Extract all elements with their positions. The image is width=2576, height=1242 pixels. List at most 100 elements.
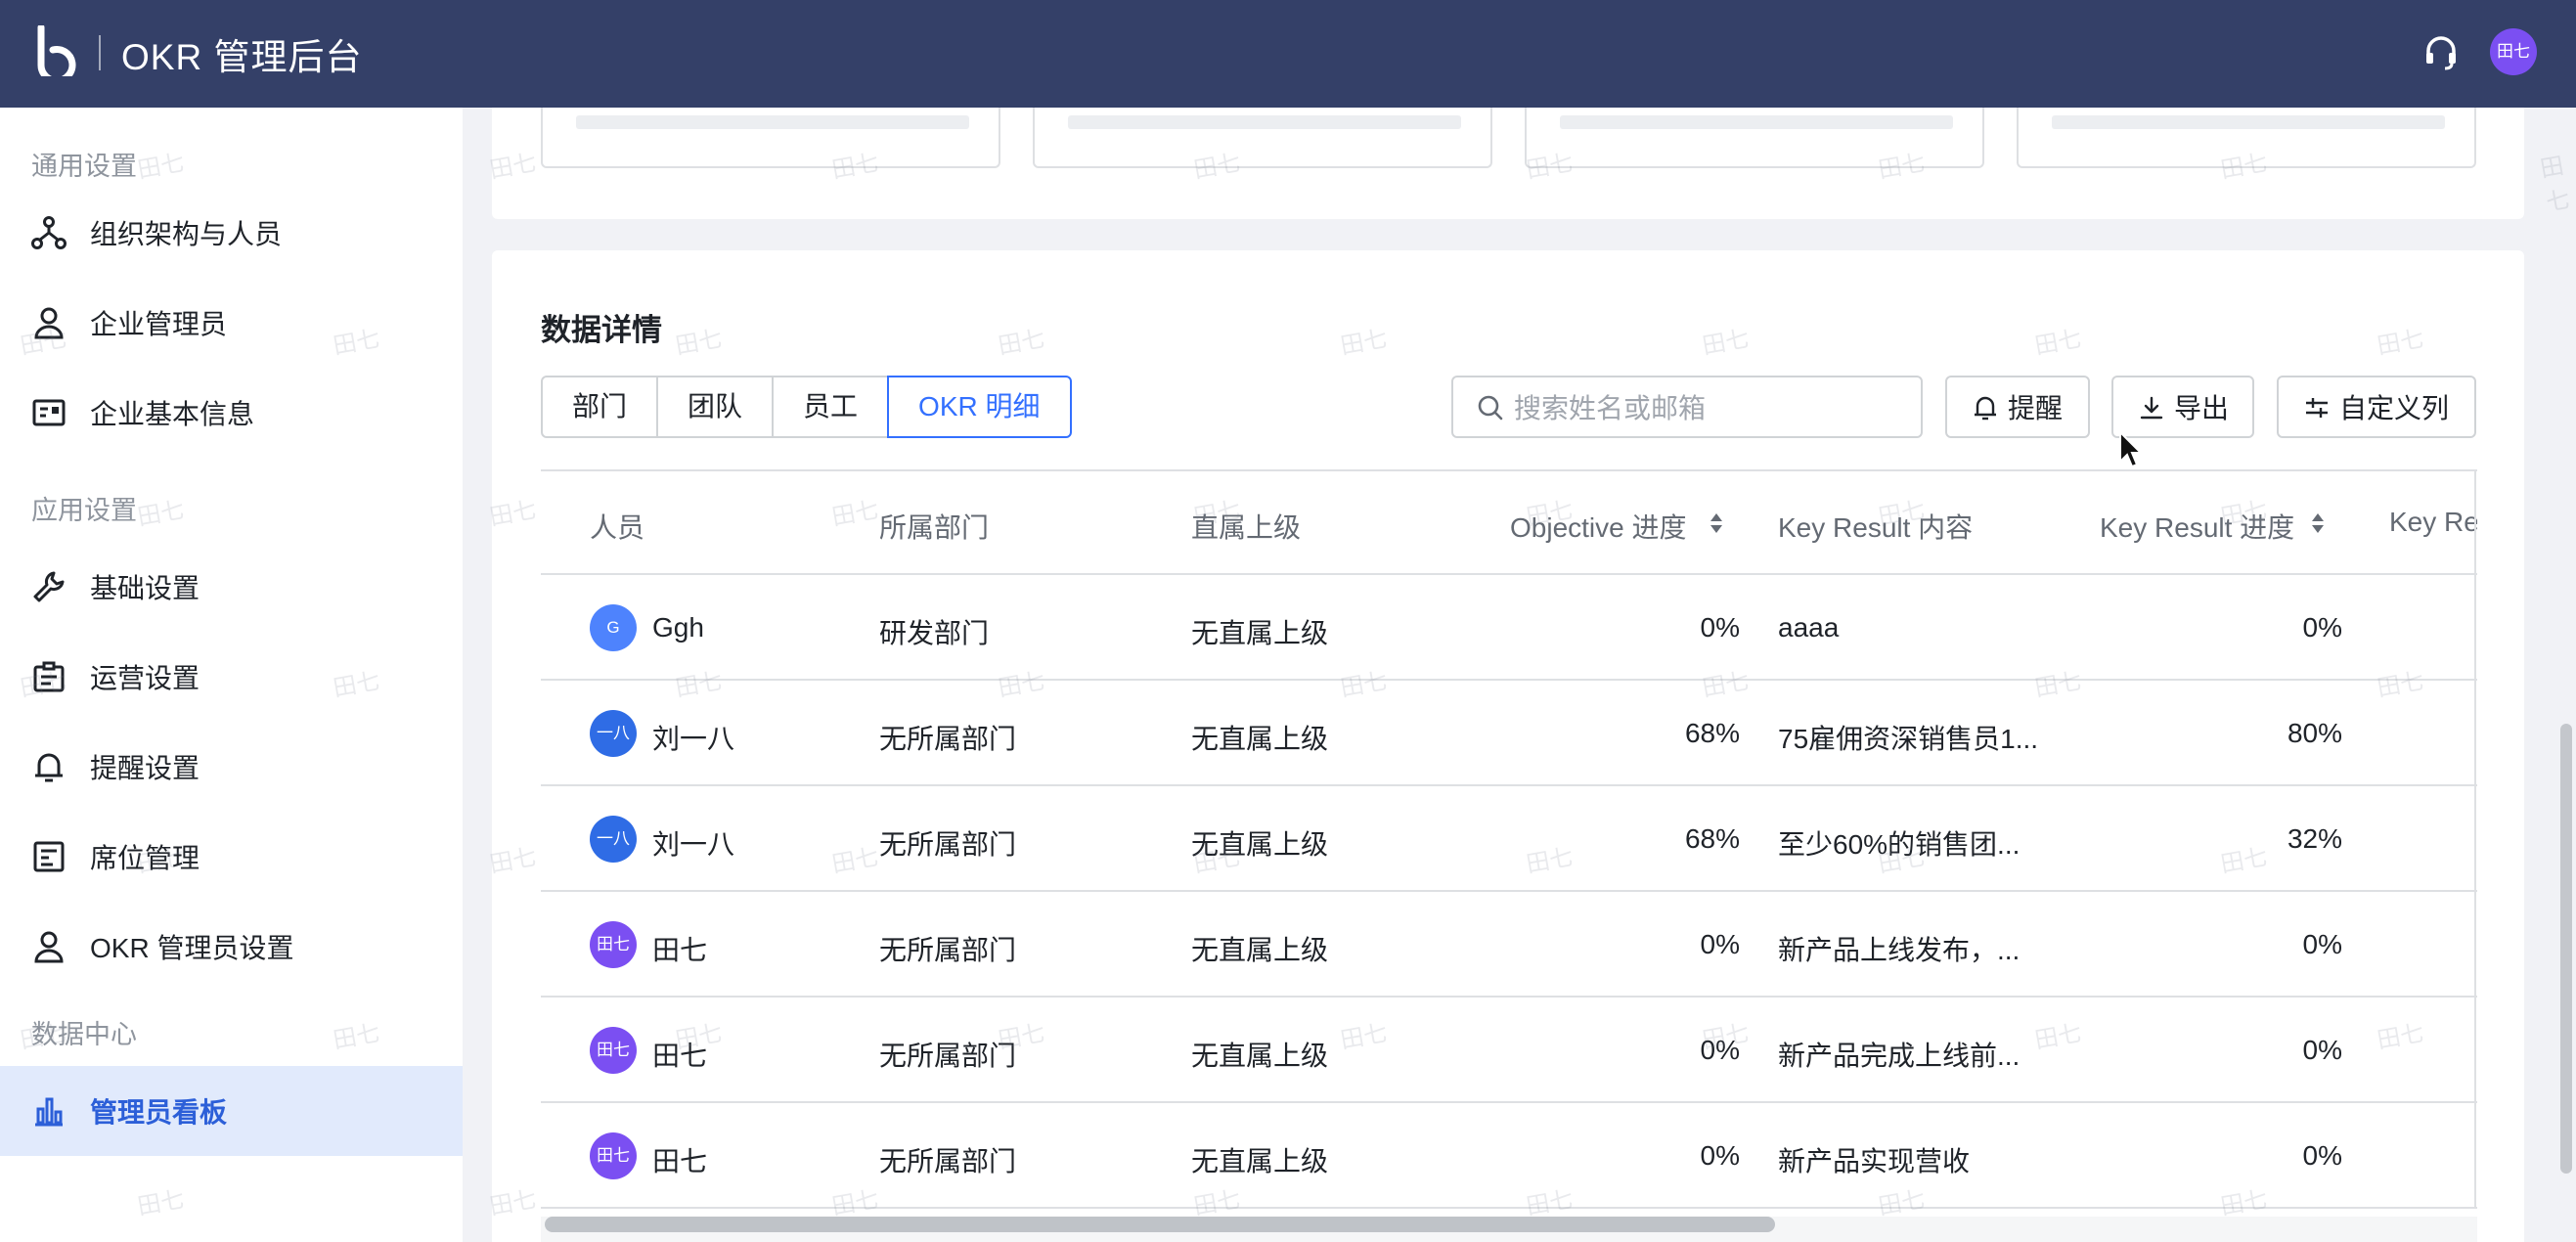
avatar: 一八: [590, 710, 637, 757]
kr-progress: 0%: [2302, 929, 2342, 959]
table-row[interactable]: 一八 刘一八 无所属部门 无直属上级 68% 至少60%的销售团... 32%: [541, 786, 2477, 892]
clipboard-icon: [33, 661, 65, 692]
avatar: 一八: [590, 816, 637, 863]
sidebar-item-enterprise-info[interactable]: 企业基本信息: [0, 368, 463, 458]
sidebar-item-operation-settings[interactable]: 运营设置: [0, 632, 463, 722]
sidebar-item-label: 管理员看板: [90, 1097, 228, 1128]
custom-columns-button[interactable]: 自定义列: [2277, 376, 2476, 438]
table-row[interactable]: 田七 田七 无所属部门 无直属上级 0% 新产品实现营收 0%: [541, 1103, 2477, 1209]
section-general-settings: 通用设置: [31, 152, 137, 181]
stat-box: [2017, 108, 2476, 168]
stat-box: [1033, 108, 1492, 168]
sort-icon[interactable]: [1710, 512, 1723, 534]
sidebar-item-label: 运营设置: [90, 663, 200, 693]
watermark: 田七: [2538, 153, 2572, 217]
column-header-kr-content: Key Result 内容: [1778, 512, 1974, 543]
kr-progress: 32%: [2287, 823, 2342, 854]
sidebar-item-org-structure[interactable]: 组织架构与人员: [0, 188, 463, 278]
sort-icon[interactable]: [2311, 512, 2325, 534]
table-row[interactable]: G Ggh 研发部门 无直属上级 0% aaaa 0%: [541, 575, 2477, 681]
stat-box: [541, 108, 1000, 168]
tab-employee[interactable]: 员工: [772, 376, 890, 438]
sidebar-item-label: 席位管理: [90, 843, 200, 873]
horizontal-scrollbar-thumb[interactable]: [545, 1217, 1775, 1232]
sidebar-item-admin-dashboard[interactable]: 管理员看板: [0, 1066, 463, 1156]
sidebar-item-label: 企业基本信息: [90, 399, 255, 429]
top-bar: OKR 管理后台 田七: [0, 0, 2576, 108]
seat-icon: [33, 841, 65, 872]
remind-button[interactable]: 提醒: [1945, 376, 2090, 438]
section-app-settings: 应用设置: [31, 496, 137, 525]
avatar: 田七: [590, 1027, 637, 1074]
sidebar-item-okr-admin-settings[interactable]: OKR 管理员设置: [0, 902, 463, 992]
kr-content: 至少60%的销售团...: [1778, 829, 2021, 860]
tab-okr-detail[interactable]: OKR 明细: [887, 376, 1072, 438]
column-header-kr-truncated: Key Re: [2389, 507, 2477, 537]
wrench-icon: [33, 571, 65, 602]
search-placeholder: 搜索姓名或邮箱: [1514, 393, 1707, 423]
kr-content: 新产品完成上线前...: [1778, 1041, 2021, 1071]
objective-progress: 0%: [1700, 612, 1740, 643]
search-icon: [1478, 395, 1503, 421]
column-header-objective-progress[interactable]: Objective 进度: [1510, 507, 1687, 546]
person-name: Ggh: [652, 612, 704, 643]
tab-department[interactable]: 部门: [541, 376, 659, 438]
sidebar-item-enterprise-admin[interactable]: 企业管理员: [0, 278, 463, 368]
vertical-scrollbar-thumb[interactable]: [2560, 724, 2572, 1174]
sliders-icon: [2306, 398, 2328, 418]
user-avatar[interactable]: 田七: [2490, 28, 2537, 75]
manager: 无直属上级: [1191, 1041, 1329, 1071]
column-header-kr-progress[interactable]: Key Result 进度: [2100, 507, 2294, 546]
department: 研发部门: [879, 618, 990, 648]
manager: 无直属上级: [1191, 935, 1329, 965]
kr-progress: 0%: [2302, 1140, 2342, 1171]
table-right-border: [2474, 469, 2476, 1207]
stat-box: [1525, 108, 1984, 168]
headset-support-icon[interactable]: [2421, 33, 2461, 72]
section-data-center: 数据中心: [31, 1020, 137, 1049]
sidebar-item-label: 基础设置: [90, 573, 200, 603]
search-input[interactable]: 搜索姓名或邮箱: [1451, 376, 1923, 438]
stat-placeholder-bar: [1068, 115, 1461, 129]
table-row[interactable]: 田七 田七 无所属部门 无直属上级 0% 新产品完成上线前... 0%: [541, 998, 2477, 1103]
app-logo-icon[interactable]: [37, 25, 76, 76]
sidebar-item-seat-management[interactable]: 席位管理: [0, 812, 463, 902]
objective-progress: 0%: [1700, 1035, 1740, 1065]
sidebar: 通用设置 组织架构与人员 企业管理员 企业基本信息 应用设置 基础设置 运营设置…: [0, 108, 463, 1242]
avatar: 田七: [590, 1132, 637, 1179]
manager: 无直属上级: [1191, 618, 1329, 648]
column-header-person: 人员: [590, 512, 645, 543]
logo-divider: [99, 35, 101, 70]
bar-chart-icon: [35, 1097, 63, 1127]
sidebar-item-basic-settings[interactable]: 基础设置: [0, 542, 463, 632]
user-icon: [34, 307, 64, 339]
tab-group: 部门 团队 员工 OKR 明细: [541, 376, 1072, 438]
person-name: 刘一八: [652, 829, 735, 860]
app-title: OKR 管理后台: [121, 37, 363, 77]
export-button-label: 导出: [2174, 393, 2230, 423]
kr-progress: 0%: [2302, 1035, 2342, 1065]
avatar: G: [590, 604, 637, 651]
table-row[interactable]: 田七 田七 无所属部门 无直属上级 0% 新产品上线发布，... 0%: [541, 892, 2477, 998]
objective-progress: 68%: [1684, 718, 1740, 748]
org-chart-icon: [31, 216, 67, 249]
table-row[interactable]: 一八 刘一八 无所属部门 无直属上级 68% 75雇佣资深销售员1... 80%: [541, 681, 2477, 786]
custom-columns-button-label: 自定义列: [2339, 393, 2450, 423]
column-header-department: 所属部门: [879, 512, 990, 543]
sidebar-item-label: 组织架构与人员: [90, 219, 283, 249]
objective-progress: 0%: [1700, 1140, 1740, 1171]
okr-detail-table: 人员 所属部门 直属上级 Objective 进度 Key Result 内容 …: [541, 469, 2477, 1242]
sidebar-item-label: 提醒设置: [90, 753, 200, 783]
download-icon: [2140, 396, 2163, 420]
id-card-icon: [32, 399, 66, 426]
table-header: 人员 所属部门 直属上级 Objective 进度 Key Result 内容 …: [541, 471, 2477, 575]
horizontal-scrollbar[interactable]: [541, 1217, 2477, 1242]
person-name: 田七: [652, 1146, 708, 1176]
sidebar-item-reminder-settings[interactable]: 提醒设置: [0, 722, 463, 812]
department: 无所属部门: [879, 724, 1017, 754]
sidebar-item-label: 企业管理员: [90, 309, 228, 339]
objective-progress: 0%: [1700, 929, 1740, 959]
tab-team[interactable]: 团队: [656, 376, 775, 438]
export-button[interactable]: 导出: [2111, 376, 2254, 438]
stats-card: [492, 108, 2524, 219]
